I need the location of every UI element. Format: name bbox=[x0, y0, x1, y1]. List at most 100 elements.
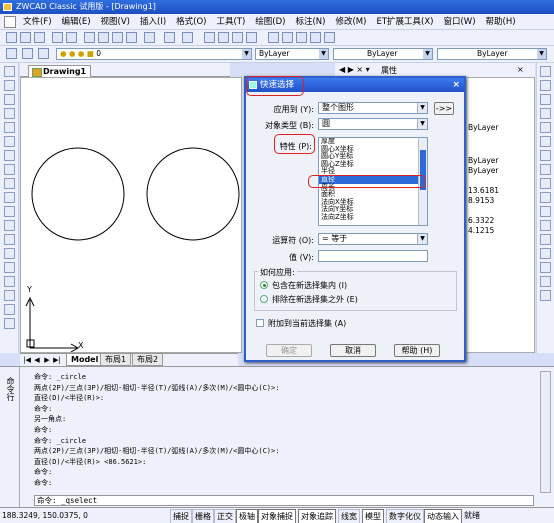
lineweight-select[interactable]: ByLayer ▼ bbox=[437, 48, 547, 60]
list-item[interactable]: 法向Z坐标 bbox=[319, 213, 427, 222]
menu-format[interactable]: 格式(O) bbox=[171, 14, 211, 30]
circle-icon[interactable] bbox=[4, 150, 15, 161]
quick-select-icon[interactable] bbox=[490, 86, 528, 98]
command-window-handle[interactable]: 命令行 bbox=[0, 367, 20, 508]
menu-help[interactable]: 帮助(H) bbox=[481, 14, 521, 30]
layer-manager-icon[interactable] bbox=[6, 48, 17, 59]
menu-insert[interactable]: 插入(I) bbox=[135, 14, 171, 30]
properties-icon[interactable] bbox=[268, 32, 279, 43]
redo-icon[interactable] bbox=[182, 32, 193, 43]
tab-layout1[interactable]: 布局1 bbox=[100, 354, 132, 366]
join-icon[interactable] bbox=[540, 234, 551, 245]
append-checkbox[interactable] bbox=[256, 319, 264, 327]
layer-state-icon[interactable] bbox=[22, 48, 33, 59]
lineweight-toggle[interactable]: 线宽 bbox=[338, 509, 360, 523]
linetype-select[interactable]: ByLayer ▼ bbox=[333, 48, 433, 60]
command-scrollbar[interactable] bbox=[540, 371, 551, 493]
tool-palette-icon[interactable] bbox=[296, 32, 307, 43]
explode-icon[interactable] bbox=[540, 276, 551, 287]
menu-window[interactable]: 窗口(W) bbox=[438, 14, 480, 30]
menu-view[interactable]: 视图(V) bbox=[96, 14, 135, 30]
construction-line-icon[interactable] bbox=[4, 80, 15, 91]
select-objects-button[interactable]: ->> bbox=[434, 102, 454, 115]
ok-button[interactable]: 确定 bbox=[266, 344, 312, 357]
brush-icon[interactable] bbox=[144, 32, 155, 43]
insert-block-icon[interactable] bbox=[4, 220, 15, 231]
zoom-realtime-icon[interactable] bbox=[218, 32, 229, 43]
cancel-button[interactable]: 取消 bbox=[330, 344, 376, 357]
tab-layout2[interactable]: 布局2 bbox=[132, 354, 164, 366]
include-radio-label[interactable]: 包含在新选择集内 (I) bbox=[272, 280, 347, 291]
menu-draw[interactable]: 绘图(D) bbox=[250, 14, 290, 30]
chamfer-icon[interactable] bbox=[540, 248, 551, 259]
menu-dimension[interactable]: 标注(N) bbox=[290, 14, 330, 30]
dynamic-input-toggle[interactable]: 动态输入 bbox=[424, 509, 462, 523]
zoom-previous-icon[interactable] bbox=[246, 32, 257, 43]
menu-tools[interactable]: 工具(T) bbox=[211, 14, 250, 30]
value-input[interactable] bbox=[318, 250, 428, 262]
rotate-icon[interactable] bbox=[540, 150, 551, 161]
array-icon[interactable] bbox=[540, 122, 551, 133]
document-icon[interactable] bbox=[4, 16, 16, 28]
make-block-icon[interactable] bbox=[4, 234, 15, 245]
preview-icon[interactable] bbox=[66, 32, 77, 43]
first-tab-icon[interactable]: |◀ bbox=[22, 355, 32, 365]
table-icon[interactable] bbox=[4, 304, 15, 315]
operator-select[interactable]: = 等于 ▼ bbox=[318, 233, 428, 245]
layer-select[interactable]: ● ● ● ■ 0 ▼ bbox=[56, 48, 252, 60]
mirror-icon[interactable] bbox=[540, 94, 551, 105]
polyline-icon[interactable] bbox=[4, 94, 15, 105]
menu-file[interactable]: 文件(F) bbox=[18, 14, 57, 30]
polar-toggle[interactable]: 极轴 bbox=[236, 509, 258, 523]
fillet-icon[interactable] bbox=[540, 262, 551, 273]
next-tab-icon[interactable]: ▶ bbox=[42, 355, 52, 365]
command-input[interactable]: 命令: _qselect bbox=[34, 495, 534, 506]
circle-left[interactable] bbox=[31, 147, 125, 241]
close-icon[interactable]: × bbox=[517, 65, 524, 74]
exclude-radio[interactable] bbox=[260, 295, 268, 303]
help-icon[interactable] bbox=[324, 32, 335, 43]
new-icon[interactable] bbox=[6, 32, 17, 43]
exclude-radio-label[interactable]: 排除在新选择集之外 (E) bbox=[272, 294, 358, 305]
list-item[interactable]: 圆心Z坐标 bbox=[319, 160, 427, 169]
gradient-icon[interactable] bbox=[4, 276, 15, 287]
undo-icon[interactable] bbox=[164, 32, 175, 43]
tab-scroll-icon[interactable]: ◀ ▶ × ▾ bbox=[339, 65, 370, 74]
calculator-icon[interactable] bbox=[310, 32, 321, 43]
copy-icon[interactable] bbox=[98, 32, 109, 43]
color-select[interactable]: ByLayer ▼ bbox=[255, 48, 329, 60]
tab-model[interactable]: Model bbox=[66, 354, 104, 366]
cut-icon[interactable] bbox=[84, 32, 95, 43]
multiline-text-icon[interactable] bbox=[4, 318, 15, 329]
edit-icon[interactable] bbox=[540, 290, 551, 301]
tablet-toggle[interactable]: 数字化仪 bbox=[386, 509, 424, 523]
make-current-icon[interactable] bbox=[38, 48, 49, 59]
ortho-toggle[interactable]: 正交 bbox=[214, 509, 236, 523]
last-tab-icon[interactable]: ▶| bbox=[52, 355, 62, 365]
point-icon[interactable] bbox=[4, 248, 15, 259]
prev-tab-icon[interactable]: ◀ bbox=[32, 355, 42, 365]
model-toggle[interactable]: 模型 bbox=[362, 509, 384, 523]
save-icon[interactable] bbox=[34, 32, 45, 43]
circle-right[interactable] bbox=[146, 147, 240, 241]
ellipse-icon[interactable] bbox=[4, 192, 15, 203]
drawing-canvas[interactable]: Y X bbox=[20, 77, 242, 353]
zoom-window-icon[interactable] bbox=[232, 32, 243, 43]
menu-modify[interactable]: 修改(M) bbox=[330, 14, 371, 30]
include-radio[interactable] bbox=[260, 281, 268, 289]
stretch-icon[interactable] bbox=[540, 178, 551, 189]
apply-to-select[interactable]: 整个图形 ▼ bbox=[318, 102, 428, 114]
trim-icon[interactable] bbox=[540, 192, 551, 203]
append-checkbox-label[interactable]: 附加到当前选择集 (A) bbox=[268, 318, 346, 329]
drawing-tab[interactable]: Drawing1 bbox=[28, 65, 92, 77]
rectangle-icon[interactable] bbox=[4, 122, 15, 133]
menu-edit[interactable]: 编辑(E) bbox=[57, 14, 96, 30]
ellipse-arc-icon[interactable] bbox=[4, 206, 15, 217]
break-icon[interactable] bbox=[540, 220, 551, 231]
paste-icon[interactable] bbox=[112, 32, 123, 43]
extend-icon[interactable] bbox=[540, 206, 551, 217]
line-icon[interactable] bbox=[4, 66, 15, 77]
design-center-icon[interactable] bbox=[282, 32, 293, 43]
offset-icon[interactable] bbox=[540, 108, 551, 119]
otrack-toggle[interactable]: 对象追踪 bbox=[298, 509, 336, 523]
